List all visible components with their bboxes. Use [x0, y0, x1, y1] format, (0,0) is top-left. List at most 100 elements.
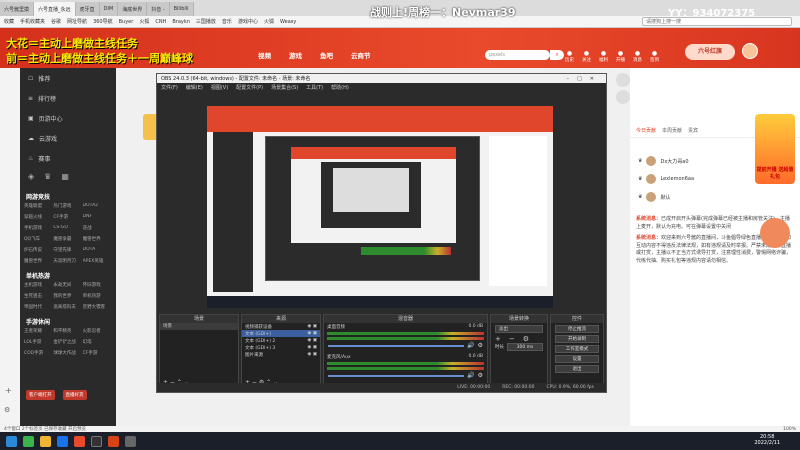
sidebar-category-link[interactable]: 火影忍者	[83, 328, 112, 334]
eye-lock-icon[interactable]: ◉ ▣	[307, 324, 320, 329]
obs-menu-item[interactable]: 场景集合(S)	[271, 84, 298, 91]
start-icon[interactable]	[6, 435, 17, 447]
sidebar-category-link[interactable]: COD手游	[24, 350, 53, 356]
header-icon-item[interactable]: ● 开播	[616, 50, 625, 63]
sidebar-category-link[interactable]: 魔兽世界	[24, 258, 53, 264]
sidebar-category-link[interactable]: 英雄联盟	[24, 203, 53, 209]
sidebar-item[interactable]: ☖ 推荐	[20, 68, 116, 88]
sidebar-item[interactable]: ▣ 页游中心	[20, 108, 116, 128]
eye-lock-icon[interactable]: ◉ ▣	[307, 352, 320, 357]
browser-tab[interactable]: Bilibili	[169, 2, 194, 16]
header-icon-item[interactable]: ● 福利	[599, 50, 608, 63]
sidebar-category-link[interactable]: CF手游	[53, 214, 82, 220]
obs-menu-item[interactable]: 视图(V)	[211, 84, 228, 91]
sidebar-item[interactable]: ♨ 赛事	[20, 148, 116, 168]
trophy-icon[interactable]: ♛	[44, 172, 51, 181]
sidebar-category-link[interactable]: CF手游	[83, 350, 112, 356]
nav-item[interactable]: 游戏	[289, 50, 302, 60]
obs-menu-item[interactable]: 帮助(H)	[331, 84, 349, 91]
sidebar-category-link[interactable]: 幻塔	[83, 339, 112, 345]
sidebar-category-link[interactable]: 和平精英	[53, 328, 82, 334]
gamepad-icon[interactable]: ◈	[28, 172, 34, 181]
sidebar-category-link[interactable]: 天涯明月刀	[53, 258, 82, 264]
sidebar-category-link[interactable]: 王者荣耀	[24, 328, 53, 334]
sidebar-category-link[interactable]: 魔兽世界	[83, 236, 112, 242]
bookmark-item[interactable]: 收藏	[4, 18, 14, 25]
grid-icon[interactable]: ▦	[61, 172, 69, 181]
obs-menu-item[interactable]: 编辑(E)	[186, 84, 203, 91]
follow-icon[interactable]	[616, 73, 630, 87]
live-goods-button[interactable]: 直播好货	[62, 390, 87, 400]
sidebar-category-link[interactable]: 热门游戏	[53, 203, 82, 209]
sidebar-category-link[interactable]: 怀旧游戏	[83, 282, 112, 288]
sidebar-category-link[interactable]: QQ飞车	[24, 236, 53, 242]
header-icon-item[interactable]: ● 关注	[582, 50, 591, 63]
obs-icon[interactable]	[91, 435, 102, 447]
settings-icon[interactable]: ⚙	[4, 406, 10, 414]
eye-lock-icon[interactable]: ◉ ▣	[307, 345, 320, 350]
window-controls-icon[interactable]: –□✕	[567, 76, 606, 82]
browser-tab[interactable]: 虎牙直	[75, 2, 100, 16]
sidebar-category-link[interactable]: CS:GO	[53, 225, 82, 231]
speaker-icon[interactable]: 🔊	[467, 372, 474, 379]
folder-icon[interactable]	[40, 435, 51, 447]
control-button[interactable]: 退出	[555, 365, 599, 373]
share-icon[interactable]	[616, 90, 630, 104]
bookmark-item[interactable]: Buyer	[119, 19, 134, 25]
gear-icon[interactable]: ⚙	[478, 342, 483, 349]
nav-item[interactable]: 云商节	[351, 50, 371, 60]
browser-tab[interactable]: DIM	[99, 2, 119, 16]
user-avatar[interactable]	[742, 43, 758, 59]
sidebar-category-link[interactable]: DOTA2	[83, 203, 112, 209]
sidebar-category-link[interactable]: 主机游戏	[24, 282, 53, 288]
promo-gift-banner[interactable]: 提前开播 送超值礼包	[755, 114, 795, 184]
sidebar-section-title[interactable]: 网游竞技	[20, 189, 116, 203]
control-button[interactable]: 开始录制	[555, 335, 599, 343]
sidebar-category-link[interactable]: 球球大作战	[53, 350, 82, 356]
site-search-input[interactable]: pexels	[485, 50, 550, 60]
control-button[interactable]: 工作室模式	[555, 345, 599, 353]
sidebar-item[interactable]: ≡ 排行榜	[20, 88, 116, 108]
sidebar-category-link[interactable]: 单机热游	[83, 293, 112, 299]
browser-tab[interactable]: 抖音 -	[147, 2, 170, 16]
sidebar-category-link[interactable]: DNF	[83, 214, 112, 220]
browser-icon[interactable]	[57, 435, 68, 447]
scene-item[interactable]: 场景	[160, 323, 238, 330]
obs-menu-item[interactable]: 工具(T)	[306, 84, 323, 91]
sidebar-category-link[interactable]: 魔兽争霸	[53, 236, 82, 242]
source-item[interactable]: 视频捕获设备 ◉ ▣	[242, 323, 320, 330]
sidebar-category-link[interactable]: 手机游戏	[24, 225, 53, 231]
chat-tab[interactable]: 本周贡献	[662, 127, 682, 134]
sidebar-category-link[interactable]: 逃离塔科夫	[53, 304, 82, 310]
sidebar-category-link[interactable]: 逆战	[83, 225, 112, 231]
sidebar-category-link[interactable]: LOL手游	[24, 339, 53, 345]
header-icon-item[interactable]: ● 消息	[633, 50, 642, 63]
app-icon[interactable]	[108, 435, 119, 447]
chat-tab[interactable]: 今日贡献	[636, 127, 656, 134]
header-icon-item[interactable]: ● 历史	[565, 50, 574, 63]
sidebar-category-link[interactable]: APEX英雄	[83, 258, 112, 264]
chat-tab[interactable]: 贵宾	[688, 127, 698, 134]
bookmark-item[interactable]: CNH	[155, 19, 166, 25]
sidebar-category-link[interactable]: 永劫无间	[53, 282, 82, 288]
sidebar-category-link[interactable]: 生死狙击	[24, 293, 53, 299]
volume-slider-mic[interactable]	[328, 374, 465, 377]
control-button[interactable]: 设置	[555, 355, 599, 363]
douyu-icon[interactable]	[74, 435, 85, 447]
gift-icon[interactable]	[760, 218, 790, 248]
open-client-button[interactable]: 客户端打开	[26, 390, 55, 400]
bookmark-item[interactable]: Braykn	[172, 19, 190, 25]
bookmark-item[interactable]: 网址导航	[67, 18, 87, 25]
gear-icon[interactable]: ⚙	[478, 372, 483, 379]
control-button[interactable]: 停止推流	[555, 325, 599, 333]
nav-item[interactable]: 视频	[258, 50, 271, 60]
bookmark-item[interactable]: 谷歌	[51, 18, 61, 25]
obs-menu-item[interactable]: 文件(F)	[161, 84, 178, 91]
promo-banner-icon[interactable]: 六号红旗	[685, 44, 735, 60]
plus-icon[interactable]: +	[5, 386, 12, 395]
sidebar-category-link[interactable]: 荒野大镖客	[83, 304, 112, 310]
obs-preview[interactable]	[207, 106, 553, 308]
bookmark-item[interactable]: 火狐	[139, 18, 149, 25]
bookmark-item[interactable]: 游戏中心	[238, 18, 258, 25]
duration-input[interactable]: 300 ms	[507, 343, 543, 351]
